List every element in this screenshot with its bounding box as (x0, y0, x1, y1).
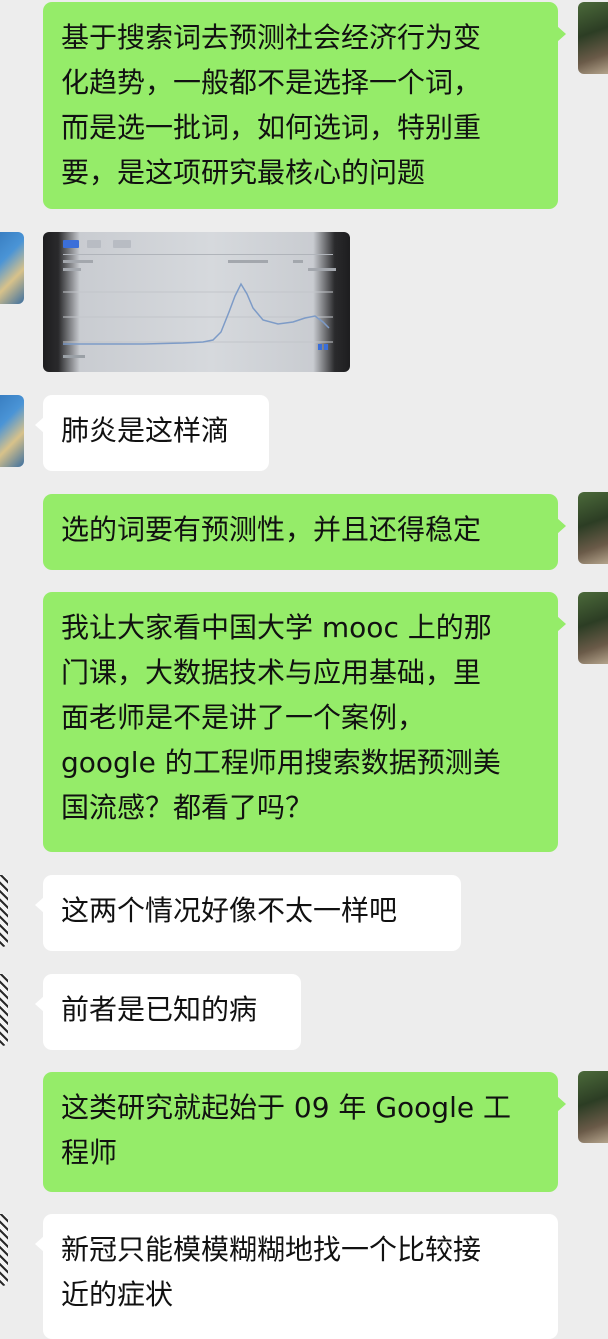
contact-avatar[interactable] (0, 395, 24, 467)
message-bubble-received[interactable]: 前者是已知的病 (35, 974, 301, 1050)
sender-avatar[interactable] (578, 2, 608, 74)
contact-avatar[interactable] (0, 232, 24, 304)
trend-chart-photo-icon (63, 240, 336, 358)
sender-avatar[interactable] (578, 592, 608, 664)
message-text: 选的词要有预测性，并且还得稳定 (61, 513, 482, 546)
contact-avatar[interactable] (0, 875, 8, 947)
sender-avatar[interactable] (578, 1071, 608, 1143)
sender-avatar[interactable] (578, 492, 608, 564)
contact-avatar[interactable] (0, 974, 8, 1046)
image-message-trend-chart[interactable] (43, 232, 350, 372)
message-text: 这类研究就起始于 09 年 Google 工 程师 (61, 1091, 511, 1169)
message-bubble-sent[interactable]: 基于搜索词去预测社会经济行为变 化趋势，一般都不是选择一个词， 而是选一批词，如… (43, 2, 566, 209)
message-text: 这两个情况好像不太一样吧 (61, 894, 398, 927)
message-bubble-received[interactable]: 肺炎是这样滴 (35, 395, 269, 471)
contact-avatar[interactable] (0, 1214, 8, 1286)
message-bubble-sent[interactable]: 这类研究就起始于 09 年 Google 工 程师 (43, 1072, 566, 1192)
message-bubble-sent[interactable]: 我让大家看中国大学 mooc 上的那 门课，大数据技术与应用基础，里 面老师是不… (43, 592, 566, 852)
message-text: 我让大家看中国大学 mooc 上的那 门课，大数据技术与应用基础，里 面老师是不… (61, 611, 501, 824)
message-text: 基于搜索词去预测社会经济行为变 化趋势，一般都不是选择一个词， 而是选一批词，如… (61, 21, 482, 189)
message-text: 肺炎是这样滴 (61, 414, 230, 447)
message-text: 前者是已知的病 (61, 993, 258, 1026)
message-bubble-received[interactable]: 这两个情况好像不太一样吧 (35, 875, 461, 951)
message-bubble-sent[interactable]: 选的词要有预测性，并且还得稳定 (43, 494, 566, 570)
message-text: 新冠只能模模糊糊地找一个比较接 近的症状 (61, 1233, 482, 1311)
message-bubble-received[interactable]: 新冠只能模模糊糊地找一个比较接 近的症状 (35, 1214, 558, 1339)
